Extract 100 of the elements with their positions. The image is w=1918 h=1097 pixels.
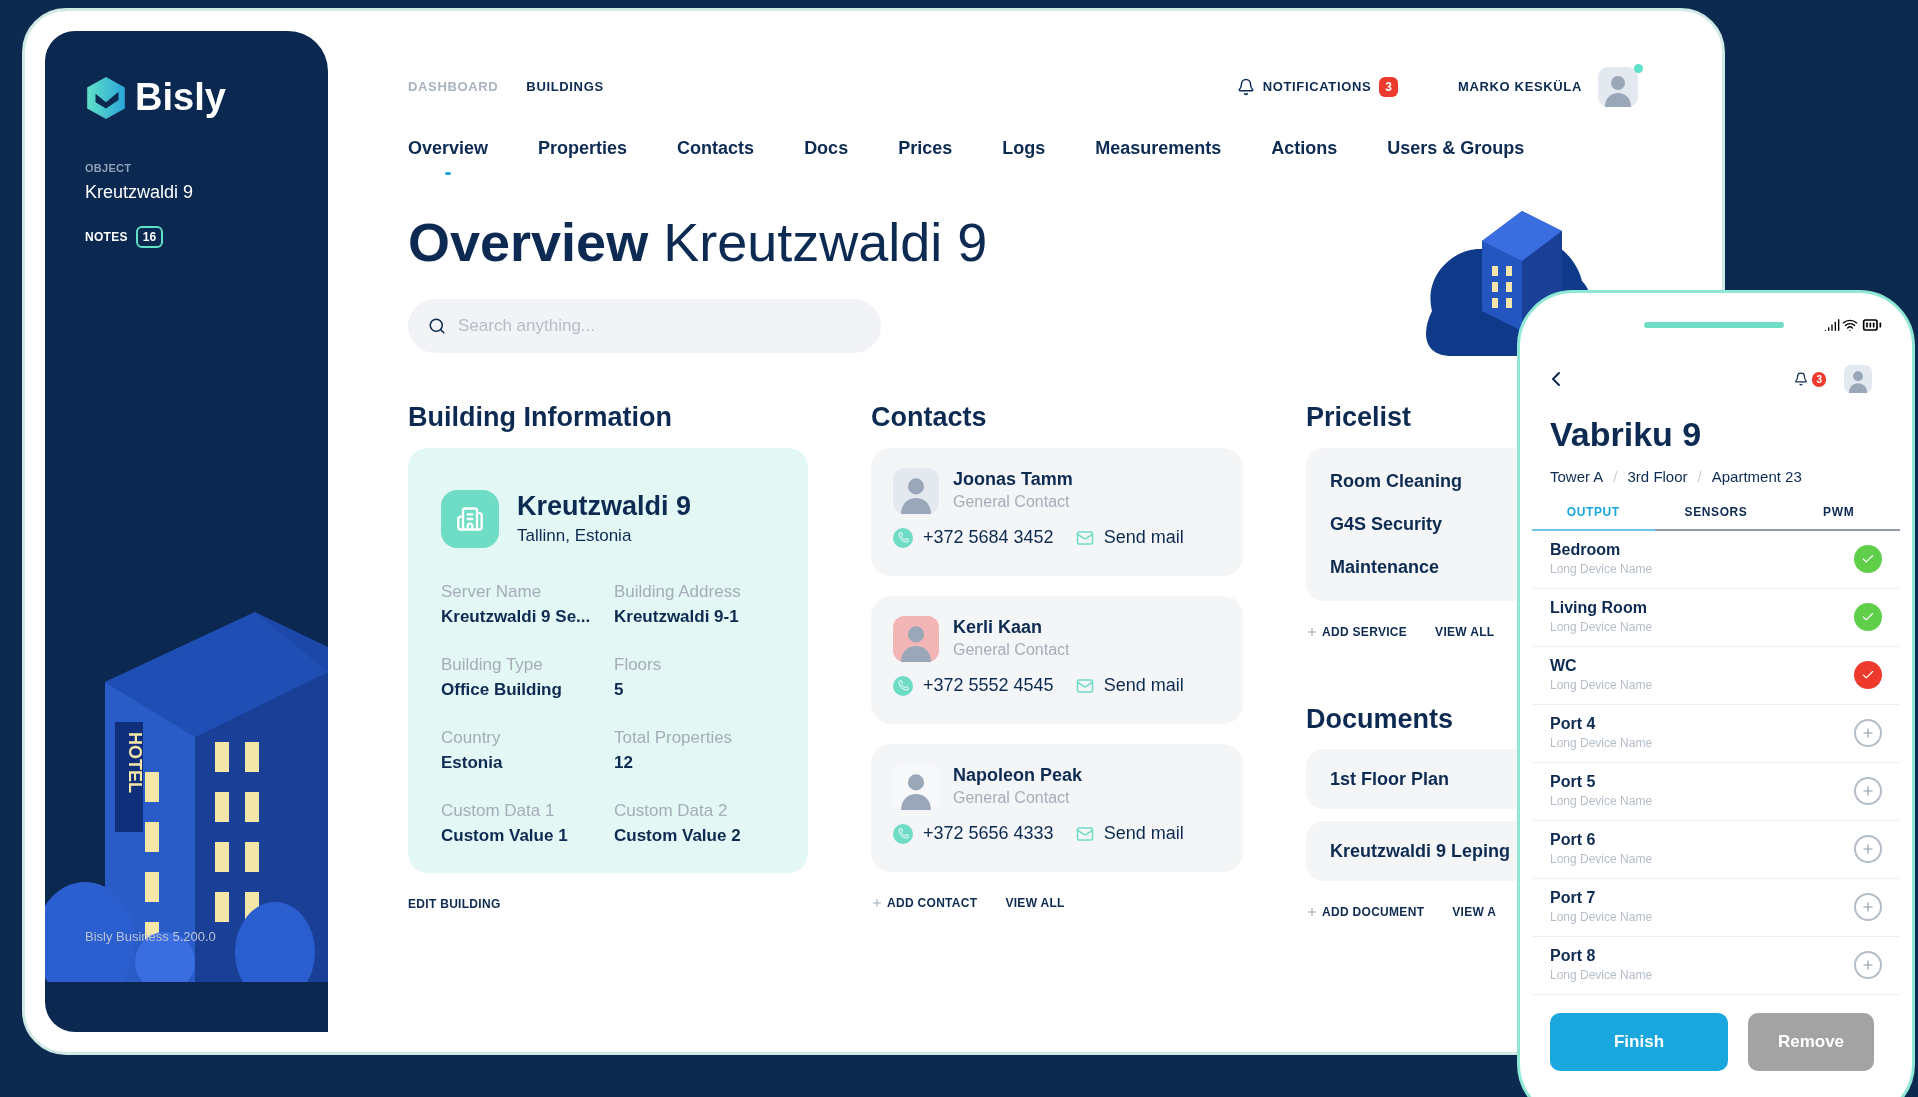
- nav-tab[interactable]: Properties: [538, 135, 628, 175]
- section-heading: Building Information: [408, 401, 673, 434]
- device-name: Long Device Name: [1550, 619, 1653, 636]
- service-item[interactable]: G4S Security: [1330, 510, 1516, 538]
- search-field[interactable]: Search anything...: [408, 298, 881, 353]
- document-item[interactable]: Kreutzwaldi 9 Leping: [1306, 821, 1516, 881]
- contact-name: Joonas Tamm: [953, 467, 1073, 490]
- nav-tab[interactable]: Logs: [1002, 135, 1046, 175]
- add-link[interactable]: ADD SERVICE: [1306, 622, 1408, 641]
- phone-link[interactable]: +372 5684 3452: [893, 524, 1054, 551]
- nav-tab[interactable]: Overview: [408, 135, 489, 175]
- field-value: Custom Value 2: [614, 825, 742, 848]
- user-name[interactable]: MARKO KESKÜLA: [1458, 77, 1582, 97]
- page-title: Overview Kreutzwaldi 9: [408, 211, 988, 274]
- field-value: Estonia: [441, 752, 504, 775]
- device-name: Long Device Name: [1550, 909, 1653, 926]
- phone-icon: [893, 527, 913, 548]
- device-row[interactable]: Bedroom Long Device Name: [1532, 530, 1900, 589]
- service-item[interactable]: Room Cleaning: [1330, 467, 1516, 495]
- mail-link[interactable]: Send mail: [1075, 820, 1184, 847]
- document-item[interactable]: 1st Floor Plan: [1306, 749, 1516, 809]
- notes-count: 16: [135, 225, 164, 248]
- field-label: Country: [441, 726, 502, 749]
- device-row[interactable]: Port 8 Long Device Name: [1532, 936, 1900, 995]
- notifications-link[interactable]: NOTIFICATIONS: [1262, 77, 1372, 97]
- field-value: Kreutzwaldi 9 Se...: [441, 606, 592, 629]
- nav-tab[interactable]: Contacts: [677, 135, 755, 175]
- add-link[interactable]: ADD DOCUMENT: [1306, 903, 1425, 921]
- plus-icon: [871, 896, 883, 909]
- section-heading: Pricelist: [1306, 401, 1413, 434]
- view-all-link[interactable]: VIEW ALL: [1435, 622, 1495, 641]
- service-item[interactable]: Maintenance: [1330, 553, 1516, 581]
- mail-icon: [1075, 528, 1094, 547]
- phone-tab[interactable]: PWM: [1777, 502, 1900, 531]
- mail-icon: [1075, 676, 1094, 695]
- row-title: Port 4: [1550, 714, 1597, 734]
- device-name: Long Device Name: [1550, 735, 1653, 752]
- building-location: Tallinn, Estonia: [517, 525, 633, 548]
- device-row[interactable]: Port 6 Long Device Name: [1532, 820, 1900, 879]
- row-title: Port 8: [1550, 946, 1597, 966]
- device-name: Long Device Name: [1550, 677, 1653, 694]
- field-value: 12: [614, 752, 634, 775]
- phone-tab[interactable]: SENSORS: [1654, 502, 1778, 531]
- field-label: Custom Data 2: [614, 799, 729, 822]
- phone-icon: [893, 675, 913, 696]
- row-title: Living Room: [1550, 598, 1648, 618]
- contact-avatar: [893, 467, 939, 514]
- device-name: Long Device Name: [1550, 561, 1653, 578]
- device-name: Long Device Name: [1550, 851, 1653, 868]
- plus-icon: [1306, 906, 1318, 918]
- field-value: Office Building: [441, 679, 563, 702]
- device-name: Long Device Name: [1550, 967, 1653, 984]
- phone-link[interactable]: +372 5552 4545: [893, 672, 1054, 699]
- mail-link[interactable]: Send mail: [1075, 524, 1184, 551]
- phone-icon: [893, 823, 913, 844]
- breadcrumb-link[interactable]: Apartment 23: [1711, 466, 1802, 489]
- nav-tab[interactable]: Prices: [898, 135, 953, 175]
- contact-name: Kerli Kaan: [953, 615, 1044, 638]
- mail-link[interactable]: Send mail: [1075, 672, 1184, 699]
- breadcrumb-link[interactable]: BUILDINGS: [526, 77, 604, 97]
- bell-icon[interactable]: [1794, 372, 1809, 386]
- status-check-icon[interactable]: [1854, 661, 1882, 689]
- phone-link[interactable]: +372 5656 4333: [893, 820, 1054, 847]
- device-row[interactable]: WC Long Device Name: [1532, 646, 1900, 705]
- breadcrumb-separator: /: [1613, 467, 1618, 487]
- device-row[interactable]: Port 7 Long Device Name: [1532, 878, 1900, 937]
- breadcrumb-link[interactable]: Tower A: [1550, 466, 1604, 489]
- device-name: Long Device Name: [1550, 793, 1653, 810]
- device-row[interactable]: Port 4 Long Device Name: [1532, 704, 1900, 763]
- device-row[interactable]: Port 5 Long Device Name: [1532, 762, 1900, 821]
- add-link[interactable]: ADD CONTACT: [871, 893, 978, 912]
- object-label: OBJECT: [84, 161, 133, 176]
- row-title: Bedroom: [1550, 540, 1622, 560]
- phone-title: Vabriku 9: [1550, 414, 1703, 455]
- row-title: Port 7: [1550, 888, 1597, 908]
- notification-count: 3: [1379, 77, 1398, 97]
- nav-tab[interactable]: Users & Groups: [1387, 135, 1525, 175]
- brand-name: Bisly: [135, 75, 226, 120]
- notes-label[interactable]: NOTES: [85, 227, 128, 246]
- nav-tab[interactable]: Docs: [804, 135, 849, 175]
- contact-name: Napoleon Peak: [953, 763, 1083, 786]
- view-all-link[interactable]: VIEW A: [1452, 903, 1497, 921]
- view-all-link[interactable]: VIEW ALL: [1005, 893, 1065, 912]
- building-name: Kreutzwaldi 9: [517, 489, 692, 523]
- bell-icon[interactable]: [1236, 78, 1255, 96]
- edit-building-link[interactable]: EDIT BUILDING: [408, 894, 808, 913]
- logo-icon: [85, 74, 127, 121]
- field-label: Building Address: [614, 580, 742, 603]
- row-title: Port 6: [1550, 830, 1597, 850]
- device-row[interactable]: Living Room Long Device Name: [1532, 588, 1900, 647]
- nav-tab[interactable]: Measurements: [1095, 135, 1222, 175]
- plus-icon: [1306, 625, 1318, 638]
- building-icon: [441, 490, 499, 549]
- status-check-icon[interactable]: [1854, 603, 1882, 631]
- contact-role: General Contact: [953, 492, 1071, 512]
- contact-avatar: [893, 615, 939, 662]
- breadcrumb-link[interactable]: 3rd Floor: [1627, 466, 1688, 489]
- status-check-icon[interactable]: [1854, 545, 1882, 573]
- section-heading: Contacts: [871, 401, 988, 434]
- nav-tab[interactable]: Actions: [1271, 135, 1338, 175]
